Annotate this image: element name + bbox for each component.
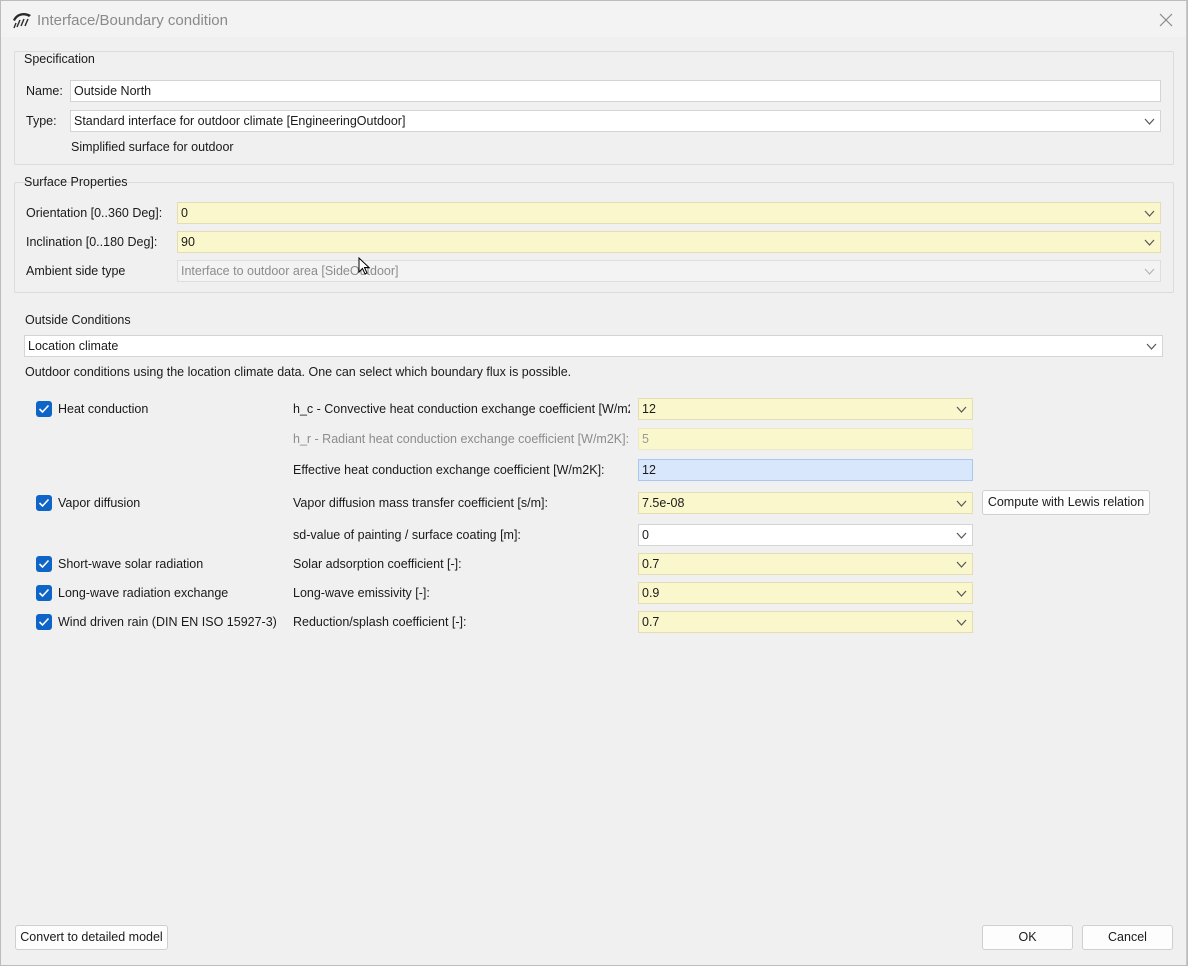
outside-conditions-combobox[interactable]: Location climate: [24, 335, 1163, 357]
sd-value-label: sd-value of painting / surface coating […: [293, 528, 521, 542]
name-field[interactable]: Outside North: [70, 80, 1161, 102]
chevron-down-icon: [1144, 118, 1155, 125]
hr-label: h_r - Radiant heat conduction exchange c…: [293, 432, 630, 446]
splash-coefficient-value: 0.7: [642, 615, 660, 629]
long-wave-emissivity-value: 0.9: [642, 586, 660, 600]
window-title: Interface/Boundary condition: [37, 12, 228, 29]
long-wave-label[interactable]: Long-wave radiation exchange: [58, 586, 228, 600]
inclination-value: 90: [181, 235, 195, 249]
chevron-down-icon: [1144, 210, 1155, 217]
heat-conduction-label[interactable]: Heat conduction: [58, 402, 148, 416]
solar-absorption-value: 0.7: [642, 557, 660, 571]
outside-conditions-value: Location climate: [28, 339, 119, 353]
delphin-logo-icon: [12, 11, 32, 29]
chevron-down-icon: [956, 500, 967, 507]
ambient-side-label: Ambient side type: [26, 264, 126, 278]
vapor-diffusion-label[interactable]: Vapor diffusion: [58, 496, 140, 510]
chevron-down-icon: [1144, 239, 1155, 246]
solar-absorption-label: Solar adsorption coefficient [-]:: [293, 557, 462, 571]
surface-properties-group-title: Surface Properties: [24, 175, 128, 189]
cancel-button[interactable]: Cancel: [1082, 925, 1173, 950]
inclination-label: Inclination [0..180 Deg]:: [26, 235, 158, 249]
inclination-combobox[interactable]: 90: [177, 231, 1161, 253]
type-description: Simplified surface for outdoor: [71, 140, 234, 154]
type-combobox[interactable]: Standard interface for outdoor climate […: [70, 110, 1161, 132]
title-bar[interactable]: Interface/Boundary condition: [1, 1, 1186, 37]
chevron-down-icon: [1144, 268, 1155, 275]
heat-conduction-checkbox[interactable]: [36, 401, 52, 417]
effective-heat-field: 12: [638, 459, 973, 481]
vapor-diffusion-checkbox[interactable]: [36, 495, 52, 511]
hr-field: 5: [638, 428, 973, 450]
orientation-combobox[interactable]: 0: [177, 202, 1161, 224]
compute-lewis-button[interactable]: Compute with Lewis relation: [982, 490, 1150, 515]
convert-to-detailed-model-button[interactable]: Convert to detailed model: [15, 925, 168, 950]
type-label: Type:: [26, 114, 57, 128]
ambient-side-combobox: Interface to outdoor area [SideOutdoor]: [177, 260, 1161, 282]
outside-conditions-description: Outdoor conditions using the location cl…: [25, 365, 572, 379]
short-wave-checkbox[interactable]: [36, 556, 52, 572]
orientation-value: 0: [181, 206, 188, 220]
sd-value-combobox[interactable]: 0: [638, 524, 973, 546]
hc-value: 12: [642, 402, 656, 416]
chevron-down-icon: [956, 532, 967, 539]
hc-combobox[interactable]: 12: [638, 398, 973, 420]
chevron-down-icon: [956, 590, 967, 597]
splash-coefficient-combobox[interactable]: 0.7: [638, 611, 973, 633]
hc-label: h_c - Convective heat conduction exchang…: [293, 402, 630, 416]
name-label: Name:: [26, 84, 63, 98]
effective-heat-label: Effective heat conduction exchange coeff…: [293, 463, 605, 477]
ok-button[interactable]: OK: [982, 925, 1073, 950]
vapor-beta-value: 7.5e-08: [642, 496, 685, 510]
rain-checkbox[interactable]: [36, 614, 52, 630]
vapor-beta-label: Vapor diffusion mass transfer coefficien…: [293, 496, 548, 510]
chevron-down-icon: [956, 619, 967, 626]
orientation-label: Orientation [0..360 Deg]:: [26, 206, 163, 220]
long-wave-checkbox[interactable]: [36, 585, 52, 601]
specification-group-title: Specification: [24, 52, 95, 66]
long-wave-emissivity-label: Long-wave emissivity [-]:: [293, 586, 430, 600]
vapor-beta-combobox[interactable]: 7.5e-08: [638, 492, 973, 514]
long-wave-emissivity-combobox[interactable]: 0.9: [638, 582, 973, 604]
chevron-down-icon: [956, 561, 967, 568]
short-wave-label[interactable]: Short-wave solar radiation: [58, 557, 203, 571]
close-icon[interactable]: [1155, 9, 1177, 31]
chevron-down-icon: [956, 406, 967, 413]
mouse-cursor-icon: [358, 257, 371, 275]
sd-value: 0: [642, 528, 649, 542]
type-combobox-value: Standard interface for outdoor climate […: [74, 114, 406, 128]
rain-label[interactable]: Wind driven rain (DIN EN ISO 15927-3): [58, 615, 277, 629]
window-edge-accent: [0, 0, 1, 966]
chevron-down-icon: [1146, 343, 1157, 350]
splash-coefficient-label: Reduction/splash coefficient [-]:: [293, 615, 467, 629]
outside-conditions-title: Outside Conditions: [25, 313, 131, 327]
solar-absorption-combobox[interactable]: 0.7: [638, 553, 973, 575]
